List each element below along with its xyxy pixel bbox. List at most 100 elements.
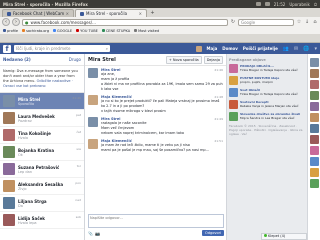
avatar	[3, 129, 15, 141]
chat-contact-avatar[interactable]	[309, 80, 319, 89]
inbox-notice: Namig: Dva e-message from someone you do…	[0, 66, 84, 93]
reply-input[interactable]	[88, 214, 224, 228]
messages-icon[interactable]: ✉	[294, 46, 298, 52]
url-bar[interactable]: ● www.facebook.com/messages/...	[22, 18, 228, 26]
tab-label: Facebook Chat | WebCam	[13, 11, 64, 16]
power-icon[interactable]: ⏻	[314, 2, 317, 7]
bookmark-label: CENE STUPKA	[105, 28, 131, 33]
clock[interactable]: 21:52	[274, 2, 286, 7]
chat-contact-avatar[interactable]	[309, 168, 319, 177]
tab-messages[interactable]: Mira Strel - sporočila ×	[75, 9, 147, 17]
avatar[interactable]	[88, 68, 98, 78]
conversation-item[interactable]: Mira Strel Sporočilo 21:46	[0, 93, 84, 110]
chat-contact-avatar[interactable]	[309, 146, 319, 155]
os-user[interactable]: Uporabnik	[289, 2, 310, 7]
conversation-text: Bojanka Kratina Ok	[18, 148, 54, 157]
suggestion-card[interactable]: PUSTNE KOSTUMI ideje proprn, puphi, marpr…	[229, 76, 305, 85]
download-icon[interactable]: ↓	[304, 19, 310, 25]
bookmark-item[interactable]: Most visited	[134, 29, 159, 33]
bookmark-item[interactable]: sachirato.org	[22, 29, 49, 33]
chat-contact-avatar[interactable]	[309, 124, 319, 133]
inbox-recent-tab[interactable]: Nedavno (2)	[3, 57, 31, 62]
chat-contact-avatar[interactable]	[309, 58, 319, 67]
conversation-item[interactable]: Tina Kokošinje Hvala čet	[0, 127, 84, 144]
bookmark-star-icon[interactable]: ☆	[296, 19, 302, 25]
bookmark-label: profile	[7, 28, 19, 33]
friend-requests-icon[interactable]: 👥	[283, 46, 289, 52]
avatar[interactable]	[88, 95, 98, 105]
conversation-item[interactable]: Lidija Saček Hvala lepa sob	[0, 212, 84, 229]
chat-contact-avatar[interactable]	[309, 102, 319, 111]
suggestion-card[interactable]: Svet Oblačil Tinka Bregar in Tadeja Kapon…	[229, 88, 305, 97]
suggestion-list: PRODAJA OBLAČIL... Tinka Bregar in Tadeja…	[229, 64, 305, 121]
network-icon[interactable]	[255, 2, 261, 6]
bookmark-item[interactable]: GOOGLE	[53, 29, 72, 33]
settings-icon[interactable]: ▾	[314, 46, 317, 52]
notifications-icon[interactable]: 🌐	[303, 46, 309, 52]
message-text: ja no si ko je prejet produkti? če pali …	[101, 99, 220, 108]
home-icon[interactable]: ⌂	[312, 19, 318, 25]
message-time: 21:51	[214, 139, 223, 143]
actions-button[interactable]: Dejanja	[203, 55, 223, 64]
forward-icon[interactable]: ›	[12, 18, 20, 26]
inbox-other-tab[interactable]: Drugo	[69, 57, 81, 62]
message-body: 21:49 Mira Strel razlagala je naše saconit…	[101, 117, 223, 136]
close-tab-icon[interactable]: ×	[139, 11, 142, 16]
conversation-item[interactable]: Suzana Petrašović Lep dan tor	[0, 161, 84, 178]
suggestion-card[interactable]: PRODAJA OBLAČIL... Tinka Bregar in Tadeja…	[229, 64, 305, 73]
new-tab-icon[interactable]: +	[149, 10, 156, 17]
suggestion-card[interactable]: Svetovni Recepti Rebeka Vanja in Jelena M…	[229, 100, 305, 109]
camera-icon[interactable]: 📷	[95, 231, 100, 236]
conversation-item[interactable]: Aleksandra Sesaška Živjo pon	[0, 178, 84, 195]
search-icon[interactable]: ⌕	[106, 46, 108, 51]
window-title: Mira Strel - sporočila - Mozilla Firefox	[3, 1, 88, 7]
bookmark-item[interactable]: CENE STUPKA	[101, 28, 131, 33]
chat-contact-avatar[interactable]	[309, 135, 319, 144]
bookmark-item[interactable]: YOU TUBE	[76, 29, 98, 33]
tab-facebook-chat[interactable]: Facebook Chat | WebCam ×	[2, 9, 74, 17]
chat-contact-avatar[interactable]	[309, 179, 319, 188]
lock-icon: ●	[25, 19, 29, 25]
chat-contact-avatar[interactable]	[309, 91, 319, 100]
chat-contact-avatar[interactable]	[309, 157, 319, 166]
profile-link[interactable]: Maja	[207, 46, 218, 51]
chat-bar[interactable]: Klepet (4)	[261, 233, 307, 240]
avatar	[3, 197, 15, 209]
new-message-button[interactable]: + Nova sporočila	[165, 55, 202, 64]
message-group: 21:51 Maja Klemenčić ja mam že rad leči žb…	[88, 139, 223, 153]
reply-button[interactable]: Odgovori	[202, 230, 224, 236]
chat-contact-avatar[interactable]	[309, 113, 319, 122]
bookmark-label: GOOGLE	[57, 28, 73, 33]
bookmark-favicon-icon	[3, 29, 6, 32]
reload-icon[interactable]: ↻	[230, 19, 236, 25]
conversation-item[interactable]: Bojanka Kratina Ok sre	[0, 144, 84, 161]
avatar	[3, 112, 15, 124]
suggestion-thumbnail	[229, 112, 238, 121]
avatar[interactable]	[195, 45, 202, 52]
message-list: 21:46 Mira Strel aja ane, mam ja ž profila o…	[85, 66, 226, 210]
close-tab-icon[interactable]: ×	[66, 11, 69, 16]
browser-search-input[interactable]: Google	[238, 18, 294, 26]
conversation-item[interactable]: Laura Medvešek Pozdrav pet	[0, 110, 84, 127]
conversation-item[interactable]: Liljana Strga Da ned	[0, 195, 84, 212]
message-body: 21:48 Maja Klemenčić ja no si ko je prejet…	[101, 95, 223, 114]
conversation-name: Suzana Petrašović	[18, 164, 60, 170]
inbox-header: Nedavno (2) Drugo	[0, 54, 84, 66]
avatar[interactable]	[88, 117, 98, 127]
search-placeholder: Išči ljudi, kraje in predmete	[16, 46, 71, 51]
chat-contact-avatar[interactable]	[309, 69, 319, 78]
bookmark-item[interactable]: profile	[3, 29, 18, 33]
avatar[interactable]	[88, 139, 98, 149]
volume-icon[interactable]	[264, 2, 270, 6]
bookmark-favicon-icon	[101, 29, 105, 32]
find-friends-link[interactable]: Poišči prijatelje	[243, 46, 278, 51]
thread-title[interactable]: Mira Strel	[88, 57, 116, 63]
suggestion-card[interactable]: Slovenka društvo za obrambo živali Mojca …	[229, 112, 305, 121]
suggestion-thumbnail	[229, 100, 238, 109]
back-icon[interactable]: ‹	[2, 18, 10, 26]
facebook-search-input[interactable]: Išči ljudi, kraje in predmete ⌕	[14, 45, 110, 52]
suggestion-desc: Tinka Bregar in Tadeja Kaponi sta všeč	[240, 68, 298, 72]
facebook-logo[interactable]: f	[3, 44, 11, 53]
attach-icon[interactable]: 📎	[88, 231, 93, 236]
home-link[interactable]: Domov	[222, 46, 238, 51]
